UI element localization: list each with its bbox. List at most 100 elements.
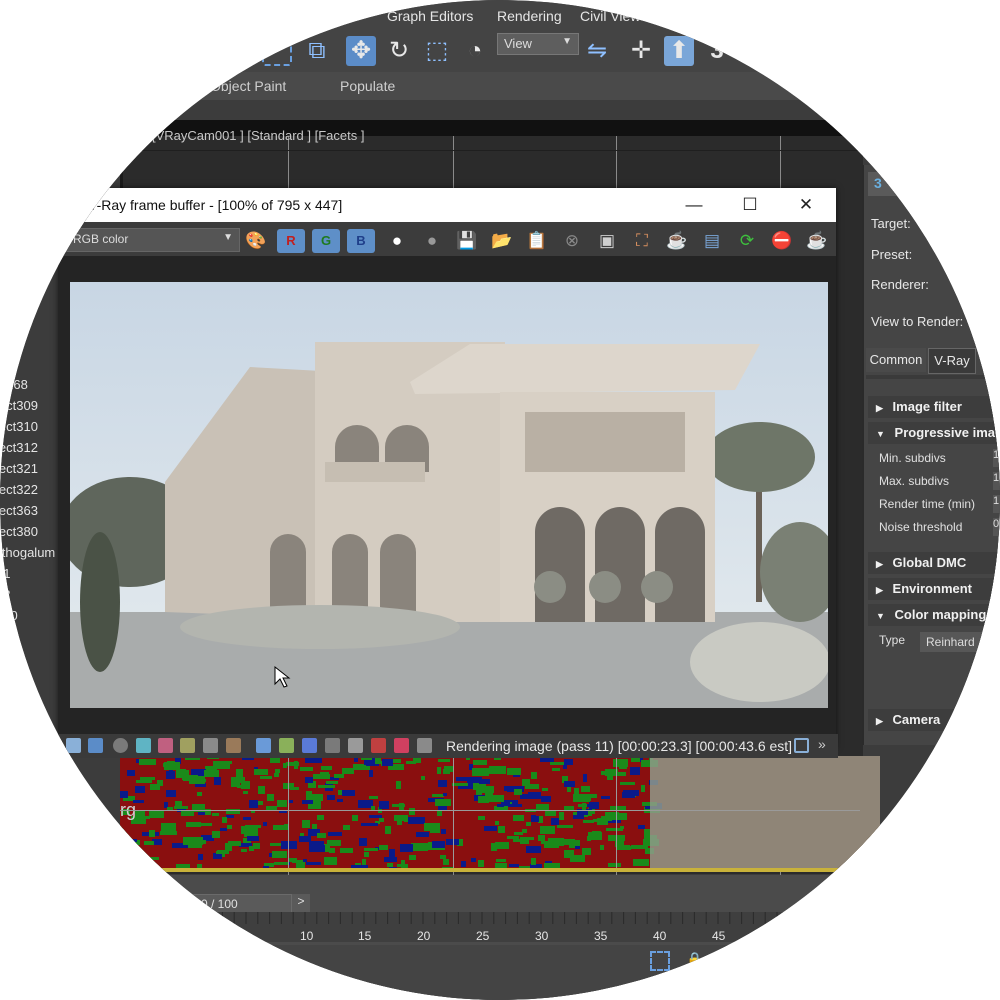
- section-environment[interactable]: ▶ Environment: [868, 578, 1000, 600]
- noise-block: [384, 857, 397, 862]
- scene-item[interactable]: 203: [0, 692, 18, 707]
- scene-item[interactable]: 030: [0, 608, 18, 623]
- scene-item[interactable]: 02: [0, 587, 10, 602]
- min-subdivs-input[interactable]: 1: [993, 449, 1000, 467]
- load-image-icon[interactable]: 📂: [491, 230, 513, 252]
- select-place-icon[interactable]: ◔: [460, 36, 490, 66]
- save-image-icon[interactable]: 💾: [456, 230, 478, 252]
- color-mapping-type-select[interactable]: Reinhard: [920, 632, 1000, 652]
- reference-coordinate-dropdown[interactable]: View ▼: [497, 33, 579, 55]
- next-frame-button[interactable]: >: [292, 894, 310, 912]
- ocio-icon[interactable]: [302, 738, 317, 753]
- snap-3d-icon[interactable]: 3: [702, 36, 732, 66]
- ab-split-icon[interactable]: [394, 738, 409, 753]
- compare-icon[interactable]: [371, 738, 386, 753]
- noise-block: [525, 784, 539, 789]
- menu-rendering[interactable]: Rendering: [497, 8, 562, 24]
- section-image-filter[interactable]: ▶ Image filter: [868, 396, 1000, 418]
- lens-effects-icon[interactable]: [279, 738, 294, 753]
- histogram-icon[interactable]: [203, 738, 218, 753]
- red-channel-button[interactable]: R: [277, 229, 305, 253]
- maximize-button[interactable]: ☐: [730, 192, 770, 218]
- scale-icon[interactable]: ⬚: [422, 36, 452, 66]
- panel-toggle-icon[interactable]: [794, 738, 809, 753]
- scene-item[interactable]: ject322: [0, 482, 38, 497]
- clear-image-icon[interactable]: ⊗: [561, 230, 583, 252]
- green-channel-button[interactable]: G: [312, 229, 340, 253]
- tick-label: 20: [417, 929, 431, 943]
- menu-graph-editors[interactable]: Graph Editors: [387, 8, 473, 24]
- ribbon-tab-object-paint[interactable]: Object Paint: [210, 78, 286, 94]
- viewport-label[interactable]: [VRayCam001 ] [Standard ] [Facets ]: [152, 128, 364, 143]
- history-icon[interactable]: [66, 738, 81, 753]
- scene-item[interactable]: ject363: [0, 503, 38, 518]
- track-bar[interactable]: [0, 912, 1000, 942]
- scene-item[interactable]: ject309: [0, 398, 38, 413]
- hsv-icon[interactable]: [348, 738, 363, 753]
- color-correction-icon[interactable]: [88, 738, 103, 753]
- refresh-render-icon[interactable]: ⟳: [736, 230, 758, 252]
- select-move-icon[interactable]: ✥: [346, 36, 376, 66]
- interactive-render-icon[interactable]: ▤: [701, 230, 723, 252]
- blue-channel-button[interactable]: B: [347, 229, 375, 253]
- channel-dropdown[interactable]: RGB color ▼: [66, 228, 240, 252]
- render-teapot-icon[interactable]: ☕: [806, 230, 828, 252]
- noise-block: [545, 811, 556, 816]
- scene-item[interactable]: 4: [0, 335, 3, 350]
- color-swatch-icon[interactable]: 🎨: [245, 230, 267, 252]
- tab-common[interactable]: Common: [866, 348, 926, 372]
- track-mouse-icon[interactable]: ▣: [596, 230, 618, 252]
- viewport-grid-line: [288, 756, 289, 868]
- max-subdivs-input[interactable]: 1: [993, 472, 1000, 490]
- info-icon[interactable]: [113, 738, 128, 753]
- vfb-titlebar[interactable]: V-Ray frame buffer - [100% of 795 x 447]…: [58, 188, 836, 222]
- levels-icon[interactable]: [180, 738, 195, 753]
- section-global-dmc[interactable]: ▶ Global DMC: [868, 552, 1000, 574]
- selection-lock-icon[interactable]: [650, 951, 670, 971]
- scene-item[interactable]: 02: [0, 650, 10, 665]
- mirror-icon[interactable]: ⇋: [582, 36, 612, 66]
- scene-item[interactable]: lithogalum: [0, 545, 55, 560]
- manage-layers-icon[interactable]: ⬆: [664, 36, 694, 66]
- mono-gray-icon[interactable]: ●: [421, 230, 443, 252]
- scene-item[interactable]: ject312: [0, 440, 38, 455]
- noise-block: [550, 762, 564, 765]
- scene-item[interactable]: 01: [0, 566, 10, 581]
- scene-item[interactable]: ject321: [0, 461, 38, 476]
- align-icon[interactable]: ✛: [626, 36, 656, 66]
- rotate-icon[interactable]: ↻: [384, 36, 414, 66]
- menu-civil-view[interactable]: Civil View: [580, 8, 640, 24]
- scene-item[interactable]: 47: [0, 356, 10, 371]
- curves-icon[interactable]: [226, 738, 241, 753]
- pixel-aspect-icon[interactable]: [417, 738, 432, 753]
- minimize-button[interactable]: —: [674, 192, 714, 218]
- noise-threshold-input[interactable]: 0: [993, 518, 1000, 536]
- scene-item[interactable]: ject380: [0, 524, 38, 539]
- white-balance-icon[interactable]: [158, 738, 173, 753]
- section-color-mapping[interactable]: ▼ Color mapping: [868, 604, 1000, 626]
- tab-vray[interactable]: V-Ray: [928, 348, 976, 374]
- close-button[interactable]: ✕: [786, 192, 826, 218]
- stop-render-icon[interactable]: ⛔: [771, 230, 793, 252]
- scene-item[interactable]: ct268: [0, 377, 28, 392]
- section-camera[interactable]: ▶ Camera: [868, 709, 1000, 731]
- select-region-icon[interactable]: [262, 42, 292, 66]
- double-chevron-down-icon[interactable]: »: [818, 736, 826, 752]
- region-render-icon[interactable]: ⛶: [631, 230, 653, 252]
- lut-icon[interactable]: [325, 738, 340, 753]
- scene-item[interactable]: ject310: [0, 419, 38, 434]
- alpha-white-icon[interactable]: ●: [386, 230, 408, 252]
- scene-item[interactable]: 04: [0, 713, 10, 728]
- time-slider[interactable]: 0 / 100: [150, 894, 292, 914]
- ribbon-tab-populate[interactable]: Populate: [340, 78, 395, 94]
- scene-item[interactable]: e3202: [0, 671, 32, 686]
- render-time-input[interactable]: 1: [993, 495, 1000, 513]
- select-object-icon[interactable]: ⧉: [302, 36, 332, 66]
- rendered-image[interactable]: [70, 282, 828, 708]
- clipboard-icon[interactable]: 📋: [526, 230, 548, 252]
- section-progressive[interactable]: ▼ Progressive imag: [868, 422, 1000, 444]
- render-last-icon[interactable]: ☕: [666, 230, 688, 252]
- bg-image-icon[interactable]: [256, 738, 271, 753]
- exposure-icon[interactable]: [136, 738, 151, 753]
- lock-icon[interactable]: 🔒: [686, 951, 703, 968]
